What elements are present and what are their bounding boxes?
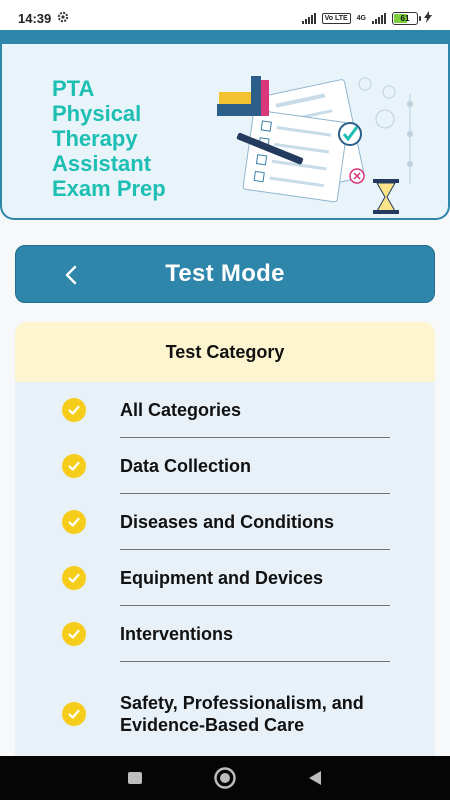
app-header-banner: PTA Physical Therapy Assistant Exam Prep	[0, 30, 450, 220]
home-button[interactable]	[210, 763, 240, 793]
app-title-line: Physical	[52, 101, 142, 126]
page-title: Test Mode	[165, 260, 285, 287]
system-navigation-bar	[0, 756, 450, 800]
chevron-left-icon	[65, 265, 77, 285]
category-label: Safety, Professionalism, and Evidence-Ba…	[120, 693, 364, 735]
charging-bolt-icon	[424, 10, 432, 26]
checkmark-icon	[62, 510, 86, 534]
category-label: All Categories	[120, 400, 242, 420]
category-item-data-collection[interactable]: Data Collection	[15, 438, 435, 494]
category-item-interventions[interactable]: Interventions	[15, 606, 435, 662]
category-item-safety-professionalism[interactable]: Safety, Professionalism, and Evidence-Ba…	[15, 662, 435, 762]
back-button[interactable]	[56, 260, 86, 290]
app-title-line: Therapy	[52, 126, 138, 151]
signal-strength-icon-2	[372, 12, 386, 24]
category-item-diseases-and-conditions[interactable]: Diseases and Conditions	[15, 494, 435, 550]
volte-badge: Vo LTE	[321, 12, 351, 24]
category-item-all-categories[interactable]: All Categories	[15, 382, 435, 438]
square-icon	[128, 772, 142, 784]
exam-illustration	[207, 64, 422, 214]
category-heading: Test Category	[15, 322, 435, 382]
category-label: Diseases and Conditions	[120, 512, 335, 532]
checkmark-icon	[62, 398, 86, 422]
checkmark-icon	[62, 622, 86, 646]
app-title-line: PTA	[52, 76, 95, 101]
app-title-line: Exam Prep	[52, 176, 166, 201]
circle-home-icon	[214, 767, 236, 789]
system-back-button[interactable]	[300, 763, 330, 793]
app-title: PTA Physical Therapy Assistant Exam Prep	[52, 76, 212, 201]
category-list: All Categories Data Collection Diseases …	[15, 382, 435, 762]
signal-strength-icon	[301, 12, 316, 24]
status-time: 14:39	[18, 10, 52, 26]
checkmark-icon	[62, 454, 86, 478]
category-item-equipment-and-devices[interactable]: Equipment and Devices	[15, 550, 435, 606]
battery-percent: 61	[400, 13, 410, 23]
settings-gear-icon	[57, 11, 69, 26]
category-label: Data Collection	[120, 456, 252, 476]
category-label: Interventions	[120, 624, 234, 644]
checkmark-icon	[62, 702, 86, 726]
checkmark-icon	[62, 566, 86, 590]
category-label: Equipment and Devices	[120, 568, 324, 588]
battery-icon: 61	[392, 11, 421, 25]
app-title-line: Assistant	[52, 151, 152, 176]
test-category-card: Test Category All Categories Data Collec…	[15, 322, 435, 762]
network-type-label: 4G	[356, 14, 366, 22]
recents-button[interactable]	[120, 763, 150, 793]
triangle-back-icon	[309, 771, 321, 785]
test-mode-nav-bar: Test Mode	[15, 245, 435, 303]
